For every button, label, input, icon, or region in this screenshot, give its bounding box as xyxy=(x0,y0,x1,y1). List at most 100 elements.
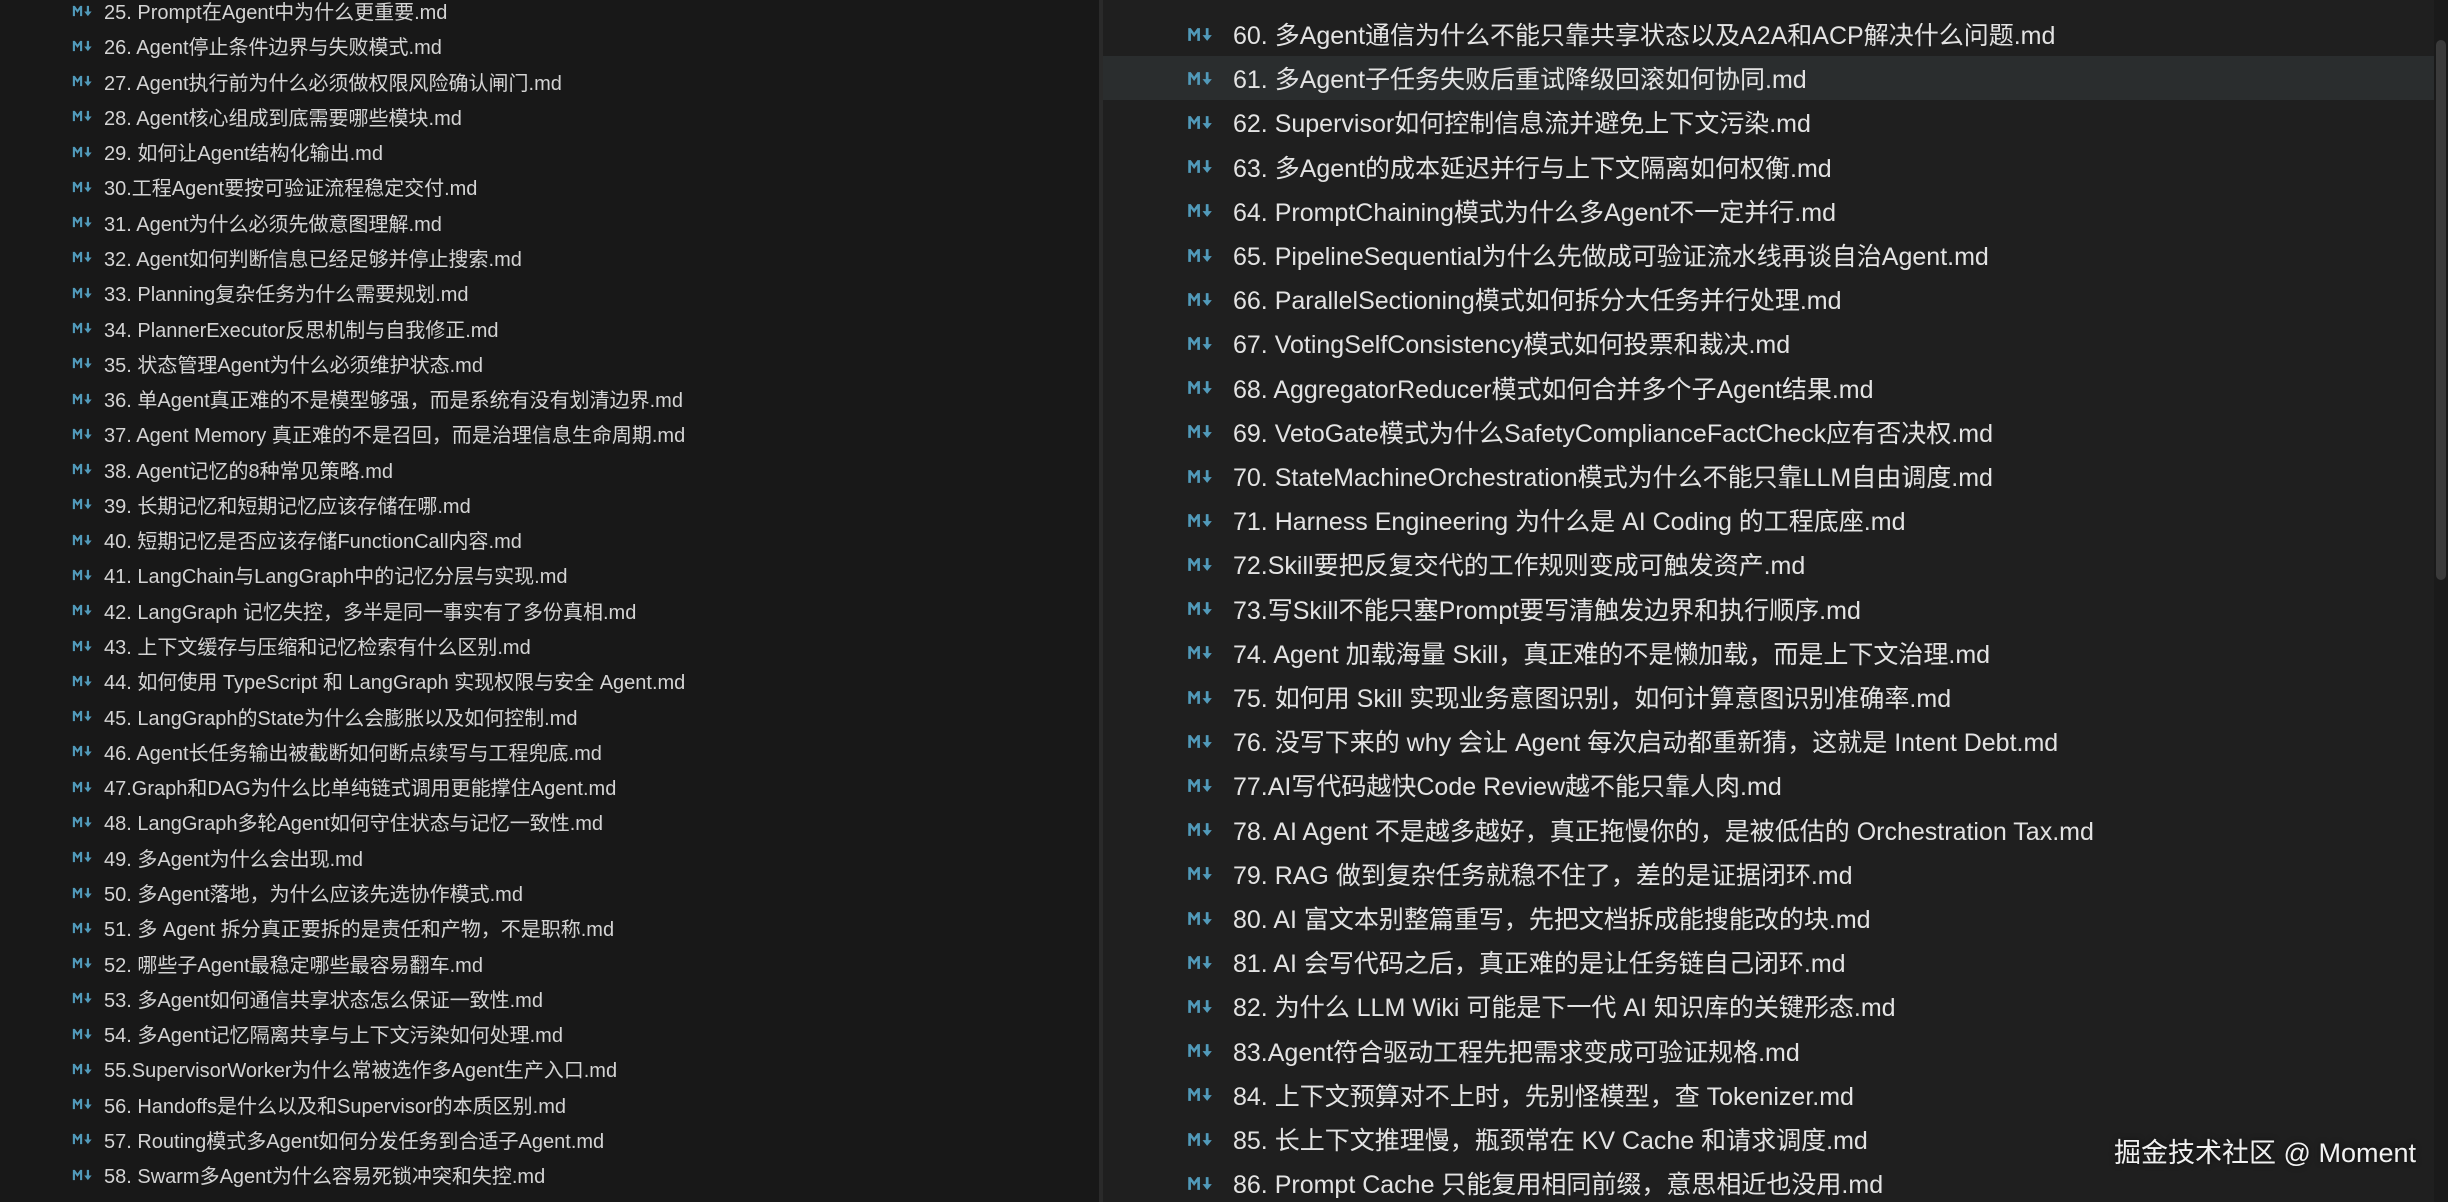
file-list-item[interactable]: 83.Agent符合驱动工程先把需求变成可验证规格.md xyxy=(1103,1029,2448,1073)
file-list-item[interactable]: 40. 短期记忆是否应该存储FunctionCall内容.md xyxy=(0,522,1099,557)
file-name-label: 77.AI写代码越快Code Review越不能只靠人肉.md xyxy=(1233,773,1782,802)
markdown-file-icon xyxy=(1187,733,1215,750)
file-list-item[interactable]: 30.工程Agent要按可验证流程稳定交付.md xyxy=(0,169,1099,204)
markdown-file-icon xyxy=(1187,821,1215,838)
file-list-item[interactable]: 25. Prompt在Agent中为什么更重要.md xyxy=(0,0,1099,28)
markdown-file-icon xyxy=(1187,468,1215,485)
markdown-file-icon xyxy=(72,1027,94,1041)
file-list-item[interactable]: 58. Swarm多Agent为什么容易死锁冲突和失控.md xyxy=(0,1157,1099,1192)
markdown-file-icon xyxy=(72,356,94,370)
file-list-item[interactable]: 77.AI写代码越快Code Review越不能只靠人肉.md xyxy=(1103,763,2448,807)
file-list-item[interactable]: 49. 多Agent为什么会出现.md xyxy=(0,840,1099,875)
markdown-file-icon xyxy=(1187,998,1215,1015)
file-name-label: 32. Agent如何判断信息已经足够并停止搜索.md xyxy=(104,248,522,271)
markdown-file-icon xyxy=(72,1132,94,1146)
file-list-item[interactable]: 85. 长上下文推理慢，瓶颈常在 KV Cache 和请求调度.md xyxy=(1103,1117,2448,1161)
file-list-item[interactable]: 69. VetoGate模式为什么SafetyComplianceFactChe… xyxy=(1103,410,2448,454)
file-list-item[interactable]: 73.写Skill不能只塞Prompt要写清触发边界和执行顺序.md xyxy=(1103,587,2448,631)
file-list-item[interactable]: 57. Routing模式多Agent如何分发任务到合适子Agent.md xyxy=(0,1122,1099,1157)
file-list-item[interactable]: 63. 多Agent的成本延迟并行与上下文隔离如何权衡.md xyxy=(1103,145,2448,189)
markdown-file-icon xyxy=(1187,291,1215,308)
file-name-label: 69. VetoGate模式为什么SafetyComplianceFactChe… xyxy=(1233,419,1993,448)
file-list-item[interactable]: 47.Graph和DAG为什么比单纯链式调用更能撑住Agent.md xyxy=(0,769,1099,804)
file-list-item[interactable]: 79. RAG 做到复杂任务就稳不住了，差的是证据闭环.md xyxy=(1103,852,2448,896)
markdown-file-icon xyxy=(1187,1175,1215,1192)
file-list-item[interactable]: 48. LangGraph多轮Agent如何守住状态与记忆一致性.md xyxy=(0,804,1099,839)
markdown-file-icon xyxy=(1187,247,1215,264)
file-list-item[interactable]: 26. Agent停止条件边界与失败模式.md xyxy=(0,28,1099,63)
file-name-label: 54. 多Agent记忆隔离共享与上下文污染如何处理.md xyxy=(104,1025,563,1048)
file-list-item[interactable]: 42. LangGraph 记忆失控，多半是同一事实有了多份真相.md xyxy=(0,593,1099,628)
file-name-label: 84. 上下文预算对不上时，先别怪模型，查 Tokenizer.md xyxy=(1233,1082,1854,1111)
file-list-item[interactable]: 84. 上下文预算对不上时，先别怪模型，查 Tokenizer.md xyxy=(1103,1073,2448,1117)
file-list-item[interactable]: 46. Agent长任务输出被截断如何断点续写与工程兜底.md xyxy=(0,734,1099,769)
markdown-file-icon xyxy=(1187,379,1215,396)
file-list-item[interactable]: 33. Planning复杂任务为什么需要规划.md xyxy=(0,275,1099,310)
file-list-item[interactable]: 68. AggregatorReducer模式如何合并多个子Agent结果.md xyxy=(1103,366,2448,410)
file-name-label: 27. Agent执行前为什么必须做权限风险确认闸门.md xyxy=(104,72,562,95)
file-list-item[interactable]: 34. PlannerExecutor反思机制与自我修正.md xyxy=(0,311,1099,346)
file-list-item[interactable]: 36. 单Agent真正难的不是模型够强，而是系统有没有划清边界.md xyxy=(0,381,1099,416)
file-list-item[interactable]: 32. Agent如何判断信息已经足够并停止搜索.md xyxy=(0,240,1099,275)
file-name-label: 67. VotingSelfConsistency模式如何投票和裁决.md xyxy=(1233,331,1791,360)
file-list-item[interactable]: 50. 多Agent落地，为什么应该先选协作模式.md xyxy=(0,875,1099,910)
file-list-item[interactable]: 35. 状态管理Agent为什么必须维护状态.md xyxy=(0,346,1099,381)
file-list-item[interactable]: 74. Agent 加载海量 Skill，真正难的不是懒加载，而是上下文治理.m… xyxy=(1103,631,2448,675)
markdown-file-icon xyxy=(72,674,94,688)
file-name-label: 45. LangGraph的State为什么会膨胀以及如何控制.md xyxy=(104,707,578,730)
file-list-item[interactable]: 41. LangChain与LangGraph中的记忆分层与实现.md xyxy=(0,557,1099,592)
file-list-item[interactable]: 66. ParallelSectioning模式如何拆分大任务并行处理.md xyxy=(1103,277,2448,321)
markdown-file-icon xyxy=(72,39,94,53)
file-list-item[interactable]: 75. 如何用 Skill 实现业务意图识别，如何计算意图识别准确率.md xyxy=(1103,675,2448,719)
file-list-item[interactable]: 31. Agent为什么必须先做意图理解.md xyxy=(0,205,1099,240)
file-list-item[interactable]: 59. 多Agent为什么必须有VerifierCritic或JudgeAgen… xyxy=(0,1193,1099,1202)
file-list-item[interactable]: 52. 哪些子Agent最稳定哪些最容易翻车.md xyxy=(0,946,1099,981)
file-list-item[interactable]: 61. 多Agent子任务失败后重试降级回滚如何协同.md xyxy=(1103,56,2448,101)
file-name-label: 62. Supervisor如何控制信息流并避免上下文污染.md xyxy=(1233,110,1811,139)
file-list-item[interactable]: 81. AI 会写代码之后，真正难的是让任务链自己闭环.md xyxy=(1103,940,2448,984)
file-list-item[interactable]: 38. Agent记忆的8种常见策略.md xyxy=(0,452,1099,487)
file-name-label: 64. PromptChaining模式为什么多Agent不一定并行.md xyxy=(1233,198,1836,227)
file-name-label: 55.SupervisorWorker为什么常被选作多Agent生产入口.md xyxy=(104,1060,618,1083)
file-name-label: 51. 多 Agent 拆分真正要拆的是责任和产物，不是职称.md xyxy=(104,919,615,942)
file-name-label: 39. 长期记忆和短期记忆应该存储在哪.md xyxy=(104,495,471,518)
file-list-item[interactable]: 67. VotingSelfConsistency模式如何投票和裁决.md xyxy=(1103,321,2448,365)
file-name-label: 58. Swarm多Agent为什么容易死锁冲突和失控.md xyxy=(104,1166,546,1189)
file-name-label: 48. LangGraph多轮Agent如何守住状态与记忆一致性.md xyxy=(104,813,604,836)
file-list-item[interactable]: 56. Handoffs是什么以及和Supervisor的本质区别.md xyxy=(0,1087,1099,1122)
right-scrollbar[interactable] xyxy=(2434,0,2448,1202)
file-list-item[interactable]: 78. AI Agent 不是越多越好，真正拖慢你的，是被低估的 Orchest… xyxy=(1103,808,2448,852)
file-list-item[interactable]: 29. 如何让Agent结构化输出.md xyxy=(0,134,1099,169)
file-name-label: 57. Routing模式多Agent如何分发任务到合适子Agent.md xyxy=(104,1130,605,1153)
file-list-item[interactable]: 28. Agent核心组成到底需要哪些模块.md xyxy=(0,99,1099,134)
file-list-item[interactable]: 86. Prompt Cache 只能复用相同前缀，意思相近也没用.md xyxy=(1103,1161,2448,1202)
file-list-item[interactable]: 72.Skill要把反复交代的工作规则变成可触发资产.md xyxy=(1103,542,2448,586)
markdown-file-icon xyxy=(72,286,94,300)
file-name-label: 68. AggregatorReducer模式如何合并多个子Agent结果.md xyxy=(1233,375,1874,404)
file-list-item[interactable]: 62. Supervisor如何控制信息流并避免上下文污染.md xyxy=(1103,100,2448,144)
file-list-item[interactable]: 27. Agent执行前为什么必须做权限风险确认闸门.md xyxy=(0,64,1099,99)
file-list-item[interactable]: 76. 没写下来的 why 会让 Agent 每次启动都重新猜，这就是 Inte… xyxy=(1103,719,2448,763)
file-name-label: 33. Planning复杂任务为什么需要规划.md xyxy=(104,284,469,307)
file-list-item[interactable]: 45. LangGraph的State为什么会膨胀以及如何控制.md xyxy=(0,699,1099,734)
file-list-item[interactable]: 65. PipelineSequential为什么先做成可验证流水线再谈自治Ag… xyxy=(1103,233,2448,277)
file-list-item[interactable]: 70. StateMachineOrchestration模式为什么不能只靠LL… xyxy=(1103,454,2448,498)
file-list-item[interactable]: 44. 如何使用 TypeScript 和 LangGraph 实现权限与安全 … xyxy=(0,663,1099,698)
file-list-item[interactable]: 64. PromptChaining模式为什么多Agent不一定并行.md xyxy=(1103,189,2448,233)
file-list-item[interactable]: 51. 多 Agent 拆分真正要拆的是责任和产物，不是职称.md xyxy=(0,910,1099,945)
file-list-item[interactable]: 60. 多Agent通信为什么不能只靠共享状态以及A2A和ACP解决什么问题.m… xyxy=(1103,12,2448,56)
file-list-item[interactable]: 80. AI 富文本别整篇重写，先把文档拆成能搜能改的块.md xyxy=(1103,896,2448,940)
markdown-file-icon xyxy=(72,462,94,476)
right-scrollbar-thumb[interactable] xyxy=(2436,40,2446,580)
file-list-item[interactable]: 71. Harness Engineering 为什么是 AI Coding 的… xyxy=(1103,498,2448,542)
file-list-item[interactable]: 55.SupervisorWorker为什么常被选作多Agent生产入口.md xyxy=(0,1051,1099,1086)
file-list-item[interactable]: 54. 多Agent记忆隔离共享与上下文污染如何处理.md xyxy=(0,1016,1099,1051)
file-list-item[interactable]: 53. 多Agent如何通信共享状态怎么保证一致性.md xyxy=(0,981,1099,1016)
markdown-file-icon xyxy=(1187,777,1215,794)
file-list-item[interactable]: 37. Agent Memory 真正难的不是召回，而是治理信息生命周期.md xyxy=(0,416,1099,451)
file-list-item[interactable]: 43. 上下文缓存与压缩和记忆检索有什么区别.md xyxy=(0,628,1099,663)
file-name-label: 37. Agent Memory 真正难的不是召回，而是治理信息生命周期.md xyxy=(104,425,686,448)
file-list-item[interactable]: 39. 长期记忆和短期记忆应该存储在哪.md xyxy=(0,487,1099,522)
markdown-file-icon xyxy=(1187,954,1215,971)
file-list-item[interactable]: 82. 为什么 LLM Wiki 可能是下一代 AI 知识库的关键形态.md xyxy=(1103,984,2448,1028)
